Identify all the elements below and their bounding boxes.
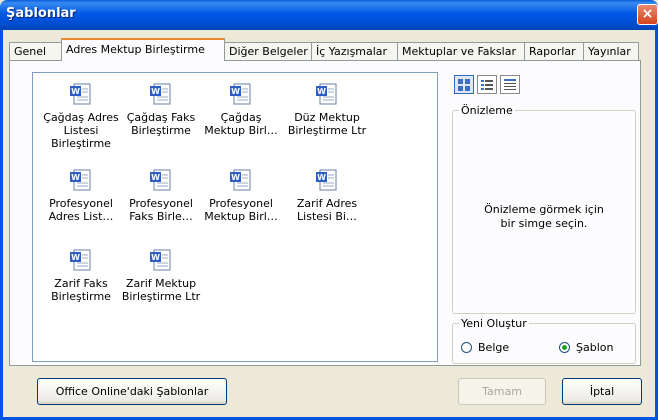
svg-text:W: W [317, 87, 326, 96]
word-document-icon: W [316, 169, 337, 191]
list-view-button[interactable] [477, 75, 497, 94]
radio-sablon[interactable]: Şablon [559, 341, 613, 354]
office-online-templates-button[interactable]: Office Online'daki Şablonlar [37, 378, 227, 405]
radio-belge[interactable]: Belge [461, 341, 509, 354]
preview-label: Önizleme [459, 104, 515, 117]
word-document-icon: W [150, 169, 171, 191]
svg-text:W: W [151, 253, 160, 262]
details-view-button[interactable] [500, 75, 520, 94]
word-document-icon: W [70, 249, 91, 271]
radio-button[interactable] [461, 342, 472, 353]
template-label: Zarif Faks Birleştirme [51, 277, 111, 303]
template-label: Çağdaş Faks Birleştirme [126, 111, 196, 137]
template-list[interactable]: W Çağdaş Adres Listesi Birleştirme W Çağ… [32, 72, 438, 362]
template-item[interactable]: W Profesyonel Faks Birle… [121, 169, 201, 223]
radio-selected-dot [562, 345, 567, 350]
preview-message: Önizleme görmek için bir simge seçin. [484, 203, 604, 230]
svg-text:W: W [71, 173, 80, 182]
template-label: Profesyonel Adres List… [48, 197, 114, 223]
list-view-icon [481, 80, 493, 90]
svg-text:W: W [71, 87, 80, 96]
word-document-icon: W [70, 169, 91, 191]
preview-group: Önizleme Önizleme görmek için bir simge … [452, 104, 636, 314]
tab-genel[interactable]: Genel [9, 42, 62, 60]
svg-text:W: W [151, 173, 160, 182]
template-item[interactable]: W Zarif Mektup Birleştirme Ltr [121, 249, 201, 303]
radio-belge-label: Belge [478, 341, 510, 354]
svg-text:W: W [317, 173, 326, 182]
template-item[interactable]: W Çağdaş Mektup Birl… [201, 83, 281, 137]
tab-mektuplar-ve-fakslar[interactable]: Mektuplar ve Fakslar [397, 42, 525, 60]
template-item[interactable]: W Çağdaş Faks Birleştirme [121, 83, 201, 137]
svg-text:W: W [231, 173, 240, 182]
word-document-icon: W [150, 249, 171, 271]
template-item[interactable]: W Zarif Adres Listesi Bi… [287, 169, 367, 223]
window-title: Şablonlar [6, 6, 76, 21]
word-document-icon: W [316, 83, 337, 105]
cancel-button[interactable]: İptal [562, 378, 642, 405]
template-label: Zarif Mektup Birleştirme Ltr [121, 277, 201, 303]
tab-adres-mektup-birlestirme[interactable]: Adres Mektup Birleştirme [61, 38, 225, 61]
word-document-icon: W [230, 169, 251, 191]
title-bar[interactable]: Şablonlar × [0, 0, 658, 30]
create-new-label: Yeni Oluştur [459, 317, 529, 330]
template-label: Zarif Adres Listesi Bi… [296, 197, 358, 223]
svg-text:W: W [151, 87, 160, 96]
ok-button[interactable]: Tamam [458, 378, 546, 405]
close-button[interactable]: × [637, 4, 658, 25]
word-document-icon: W [150, 83, 171, 105]
template-label: Profesyonel Mektup Birl… [204, 197, 278, 223]
template-item[interactable]: W Zarif Faks Birleştirme [41, 249, 121, 303]
tab-ic-yazismalar[interactable]: İç Yazışmalar [311, 42, 398, 60]
details-view-icon [504, 79, 516, 90]
word-document-icon: W [230, 83, 251, 105]
large-icons-view-icon [458, 79, 470, 91]
tab-yayinlar[interactable]: Yayınlar [583, 42, 639, 60]
template-item[interactable]: W Profesyonel Adres List… [41, 169, 121, 223]
large-icons-view-button[interactable] [454, 75, 474, 94]
create-new-group: Yeni Oluştur Belge Şablon [452, 317, 636, 364]
template-label: Profesyonel Faks Birle… [129, 197, 193, 223]
template-item[interactable]: W Profesyonel Mektup Birl… [201, 169, 281, 223]
tab-raporlar[interactable]: Raporlar [524, 42, 584, 60]
template-label: Düz Mektup Birleştirme Ltr [287, 111, 367, 137]
template-label: Çağdaş Mektup Birl… [204, 111, 278, 137]
word-document-icon: W [70, 83, 91, 105]
template-item[interactable]: W Çağdaş Adres Listesi Birleştirme [41, 83, 121, 150]
template-item[interactable]: W Düz Mektup Birleştirme Ltr [287, 83, 367, 137]
radio-sablon-label: Şablon [576, 341, 614, 354]
svg-text:W: W [231, 87, 240, 96]
tab-diger-belgeler[interactable]: Diğer Belgeler [224, 42, 312, 60]
svg-text:W: W [71, 253, 80, 262]
template-label: Çağdaş Adres Listesi Birleştirme [43, 111, 119, 150]
radio-button[interactable] [559, 342, 570, 353]
